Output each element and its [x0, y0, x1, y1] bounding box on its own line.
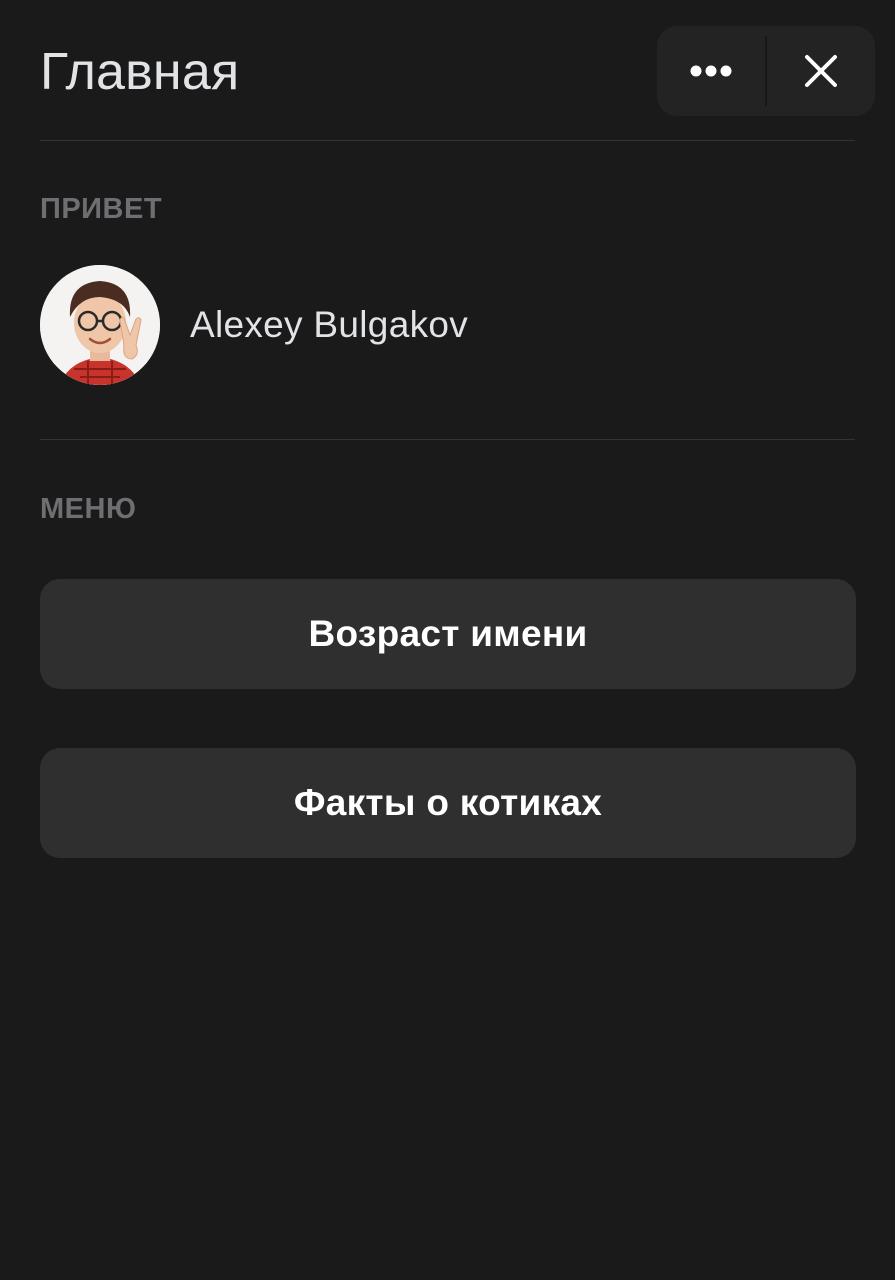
window-controls [657, 26, 875, 116]
divider [40, 439, 855, 440]
more-button[interactable] [657, 26, 765, 116]
user-name: Alexey Bulgakov [190, 304, 469, 345]
close-button[interactable] [767, 26, 875, 116]
page-title: Главная [40, 43, 240, 101]
avatar [40, 265, 160, 385]
close-icon [805, 55, 837, 87]
more-horizontal-icon [690, 65, 732, 77]
divider [40, 140, 855, 141]
app-screen: Главная ПРИВЕТ Alexey Bulgakov МЕНЮ Возр… [0, 0, 895, 1280]
user-profile[interactable]: Alexey Bulgakov [40, 265, 468, 385]
menu-section-label: МЕНЮ [40, 493, 137, 525]
greeting-section-label: ПРИВЕТ [40, 193, 163, 225]
cat-facts-button[interactable]: Факты о котиках [40, 748, 856, 858]
header: Главная [40, 26, 875, 116]
name-age-button[interactable]: Возраст имени [40, 579, 856, 689]
